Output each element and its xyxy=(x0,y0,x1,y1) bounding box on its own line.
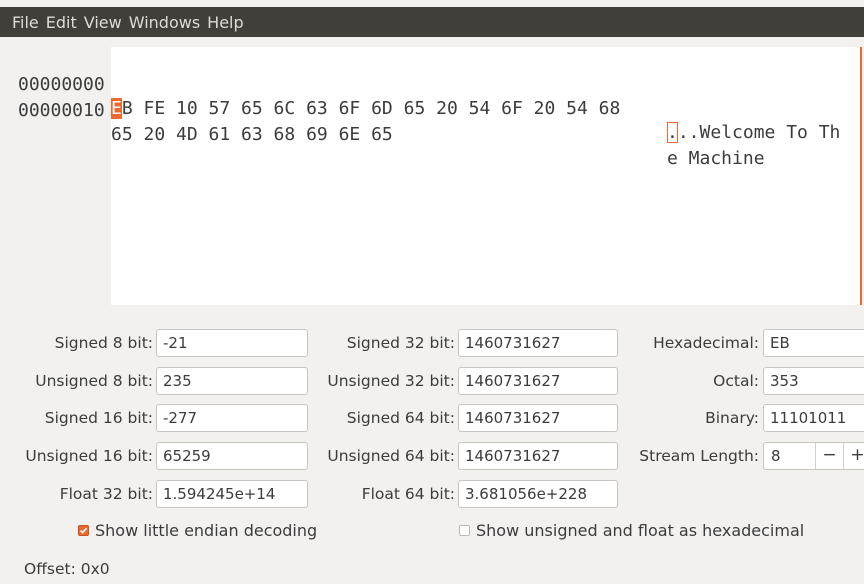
signed-16-bit-label: Signed 16 bit: xyxy=(44,409,153,427)
stream-length-label: Stream Length: xyxy=(639,447,759,465)
little-endian-label: Show little endian decoding xyxy=(95,521,318,540)
hexadecimal-label: Hexadecimal: xyxy=(653,334,759,352)
signed-8-bit-label: Signed 8 bit: xyxy=(54,334,153,352)
signed-32-bit-label: Signed 32 bit: xyxy=(346,334,455,352)
unsigned-hex-label: Show unsigned and float as hexadecimal xyxy=(476,521,805,540)
menu-edit[interactable]: Edit xyxy=(34,13,77,32)
unsigned-16-bit-label: Unsigned 16 bit: xyxy=(25,447,153,465)
unsigned-hex-checkbox[interactable]: Show unsigned and float as hexadecimal xyxy=(459,521,804,540)
signed-64-bit-label: Signed 64 bit: xyxy=(346,409,455,427)
ascii-text-rest[interactable]: ..Welcome To Th xyxy=(678,122,841,143)
unsigned-64-bit-field[interactable]: 1460731627 xyxy=(458,442,618,470)
row-offset: 00000010 xyxy=(18,100,105,121)
menu-view[interactable]: View xyxy=(72,13,122,32)
binary-field[interactable]: 11101011 xyxy=(763,404,864,432)
ascii-text[interactable]: e Machine xyxy=(667,147,765,171)
float-32-bit-label: Float 32 bit: xyxy=(59,485,153,503)
status-offset: Offset: 0x0 xyxy=(24,560,110,578)
unsigned-8-bit-field[interactable]: 235 xyxy=(156,367,308,395)
menu-windows[interactable]: Windows xyxy=(117,13,200,32)
float-32-bit-field[interactable]: 1.594245e+14 xyxy=(156,480,308,508)
scroll-indicator xyxy=(860,47,862,305)
unsigned-64-bit-label: Unsigned 64 bit: xyxy=(327,447,455,465)
increment-button[interactable]: + xyxy=(843,443,864,469)
menu-help[interactable]: Help xyxy=(195,13,243,32)
hex-bytes[interactable]: 65 20 4D 61 63 68 69 6E 65 xyxy=(111,123,393,147)
unsigned-32-bit-label: Unsigned 32 bit: xyxy=(327,372,455,390)
signed-32-bit-field[interactable]: 1460731627 xyxy=(458,329,618,357)
hex-row: 00000000 EB FE 10 57 65 6C 63 6F 6D 65 2… xyxy=(0,49,840,143)
octal-label: Octal: xyxy=(713,372,759,390)
hex-cursor[interactable]: E xyxy=(111,98,122,119)
little-endian-checkbox[interactable]: Show little endian decoding xyxy=(78,521,317,540)
float-64-bit-label: Float 64 bit: xyxy=(361,485,455,503)
stream-length-input[interactable]: 8 xyxy=(771,443,781,469)
checkbox-checked-icon[interactable] xyxy=(78,525,89,536)
octal-field[interactable]: 353 xyxy=(763,367,864,395)
hex-data-area[interactable] xyxy=(111,47,860,305)
signed-64-bit-field[interactable]: 1460731627 xyxy=(458,404,618,432)
unsigned-8-bit-label: Unsigned 8 bit: xyxy=(35,372,153,390)
binary-label: Binary: xyxy=(705,409,759,427)
checkbox-unchecked-icon[interactable] xyxy=(459,525,470,536)
unsigned-32-bit-field[interactable]: 1460731627 xyxy=(458,367,618,395)
stream-length-stepper: 8 − + xyxy=(763,442,864,470)
ascii-cursor[interactable]: . xyxy=(667,122,678,143)
signed-16-bit-field[interactable]: -277 xyxy=(156,404,308,432)
menu-bar: File Edit View Windows Help xyxy=(0,7,864,37)
hex-editor[interactable]: 00000000 EB FE 10 57 65 6C 63 6F 6D 65 2… xyxy=(0,37,864,305)
hex-bytes-text[interactable]: B FE 10 57 65 6C 63 6F 6D 65 20 54 6F 20… xyxy=(122,98,621,119)
decrement-button[interactable]: − xyxy=(815,443,843,469)
hex-row: 00000010 65 20 4D 61 63 68 69 6E 65 e Ma… xyxy=(0,75,765,169)
hexadecimal-field[interactable]: EB xyxy=(763,329,864,357)
hex-bytes[interactable]: EB FE 10 57 65 6C 63 6F 6D 65 20 54 6F 2… xyxy=(111,97,620,121)
ascii-text[interactable]: ...Welcome To Th xyxy=(667,121,840,145)
unsigned-16-bit-field[interactable]: 65259 xyxy=(156,442,308,470)
float-64-bit-field[interactable]: 3.681056e+228 xyxy=(458,480,618,508)
signed-8-bit-field[interactable]: -21 xyxy=(156,329,308,357)
